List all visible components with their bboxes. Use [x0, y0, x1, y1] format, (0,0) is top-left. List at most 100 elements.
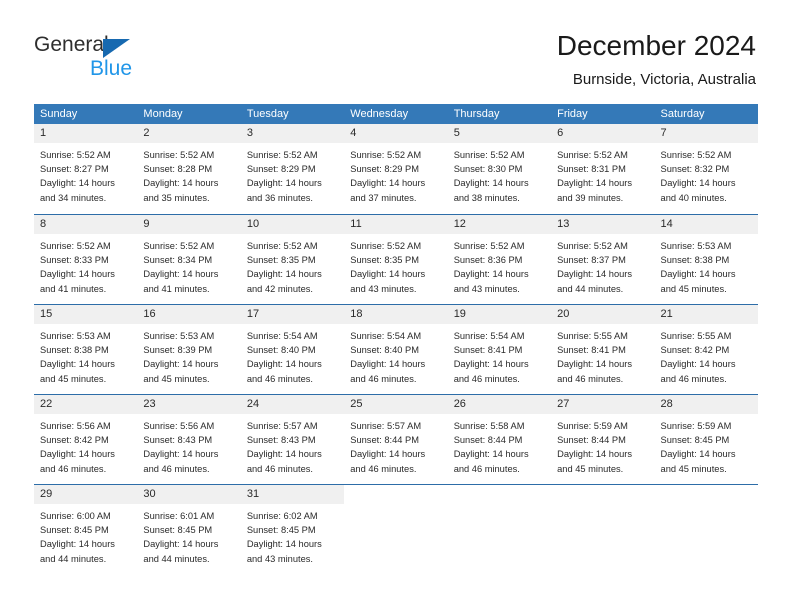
day-cell[interactable]: 13 Sunrise: 5:52 AM Sunset: 8:37 PM Dayl… [551, 215, 655, 304]
sunrise-text: Sunrise: 5:55 AM [557, 331, 628, 341]
sunrise-text: Sunrise: 5:52 AM [350, 150, 422, 160]
day-cell[interactable]: 29 Sunrise: 6:00 AM Sunset: 8:45 PM Dayl… [34, 485, 138, 574]
day-cell[interactable]: 23 Sunrise: 5:56 AM Sunset: 8:43 PM Dayl… [137, 395, 241, 484]
sunrise-text: Sunrise: 5:52 AM [660, 150, 732, 160]
sunset-text: Sunset: 8:45 PM [143, 525, 213, 536]
daylight-text: Daylight: 14 hours and 46 minutes. [350, 449, 426, 474]
day-cell[interactable]: 19 Sunrise: 5:54 AM Sunset: 8:41 PM Dayl… [447, 305, 552, 394]
day-cell[interactable]: 14 Sunrise: 5:53 AM Sunset: 8:38 PM Dayl… [654, 215, 758, 304]
day-number: 7 [654, 124, 758, 143]
day-cell[interactable]: 1 Sunrise: 5:52 AM Sunset: 8:27 PM Dayli… [34, 124, 138, 214]
day-cell[interactable]: 15 Sunrise: 5:53 AM Sunset: 8:38 PM Dayl… [34, 305, 138, 394]
day-details: Sunrise: 5:53 AM Sunset: 8:38 PM Dayligh… [655, 234, 758, 296]
sunrise-text: Sunrise: 5:52 AM [143, 150, 215, 160]
day-number: 28 [654, 395, 758, 414]
day-number: 26 [447, 395, 552, 414]
sunset-text: Sunset: 8:44 PM [350, 435, 419, 446]
general-blue-logo[interactable]: General Blue [34, 32, 234, 84]
day-cell[interactable]: 6 Sunrise: 5:52 AM Sunset: 8:31 PM Dayli… [551, 124, 655, 214]
daylight-text: Daylight: 14 hours and 46 minutes. [453, 449, 529, 474]
day-cell[interactable]: 10 Sunrise: 5:52 AM Sunset: 8:35 PM Dayl… [240, 215, 345, 304]
daylight-text: Daylight: 14 hours and 42 minutes. [246, 269, 322, 294]
weekday-header-wednesday: Wednesday [350, 108, 409, 120]
sunset-text: Sunset: 8:37 PM [557, 255, 626, 266]
day-details: Sunrise: 5:52 AM Sunset: 8:28 PM Dayligh… [137, 143, 240, 205]
day-number: 1 [34, 124, 138, 143]
day-details: Sunrise: 5:55 AM Sunset: 8:42 PM Dayligh… [655, 324, 758, 386]
day-cell[interactable]: 26 Sunrise: 5:58 AM Sunset: 8:44 PM Dayl… [447, 395, 552, 484]
day-number: 25 [344, 395, 448, 414]
daylight-text: Daylight: 14 hours and 46 minutes. [453, 359, 529, 384]
day-details: Sunrise: 5:52 AM Sunset: 8:35 PM Dayligh… [241, 234, 344, 296]
sunrise-text: Sunrise: 5:52 AM [246, 150, 318, 160]
daylight-text: Daylight: 14 hours and 46 minutes. [350, 359, 426, 384]
day-cell[interactable]: 31 Sunrise: 6:02 AM Sunset: 8:45 PM Dayl… [240, 485, 345, 574]
sunrise-text: Sunrise: 5:59 AM [557, 421, 628, 431]
day-cell[interactable]: 27 Sunrise: 5:59 AM Sunset: 8:44 PM Dayl… [551, 395, 655, 484]
day-cell[interactable]: 28 Sunrise: 5:59 AM Sunset: 8:45 PM Dayl… [654, 395, 758, 484]
sunset-text: Sunset: 8:45 PM [246, 525, 316, 536]
day-details: Sunrise: 5:57 AM Sunset: 8:43 PM Dayligh… [241, 414, 344, 476]
sunrise-text: Sunrise: 6:00 AM [40, 511, 111, 521]
day-details: Sunrise: 5:53 AM Sunset: 8:38 PM Dayligh… [34, 324, 137, 386]
day-details: Sunrise: 6:02 AM Sunset: 8:45 PM Dayligh… [241, 504, 344, 566]
sunrise-text: Sunrise: 5:54 AM [246, 331, 318, 341]
day-details: Sunrise: 5:59 AM Sunset: 8:44 PM Dayligh… [551, 414, 654, 476]
calendar-week-row: 15 Sunrise: 5:53 AM Sunset: 8:38 PM Dayl… [34, 304, 758, 394]
sunrise-text: Sunrise: 5:56 AM [40, 421, 111, 431]
sunrise-text: Sunrise: 6:02 AM [246, 511, 318, 521]
daylight-text: Daylight: 14 hours and 45 minutes. [143, 359, 219, 384]
day-number: 27 [551, 395, 655, 414]
day-cell[interactable]: 9 Sunrise: 5:52 AM Sunset: 8:34 PM Dayli… [137, 215, 241, 304]
day-cell[interactable]: 24 Sunrise: 5:57 AM Sunset: 8:43 PM Dayl… [240, 395, 345, 484]
day-cell[interactable]: 8 Sunrise: 5:52 AM Sunset: 8:33 PM Dayli… [34, 215, 138, 304]
weekday-header-sunday: Sunday [40, 108, 78, 120]
sunset-text: Sunset: 8:31 PM [557, 164, 626, 175]
day-details: Sunrise: 5:54 AM Sunset: 8:41 PM Dayligh… [448, 324, 551, 386]
day-cell[interactable]: 25 Sunrise: 5:57 AM Sunset: 8:44 PM Dayl… [344, 395, 448, 484]
day-number: 31 [240, 485, 345, 504]
daylight-text: Daylight: 14 hours and 38 minutes. [453, 178, 529, 203]
day-cell[interactable]: 2 Sunrise: 5:52 AM Sunset: 8:28 PM Dayli… [137, 124, 241, 214]
sunrise-text: Sunrise: 5:52 AM [143, 241, 215, 251]
day-cell[interactable]: 4 Sunrise: 5:52 AM Sunset: 8:29 PM Dayli… [344, 124, 448, 214]
day-cell[interactable]: 18 Sunrise: 5:54 AM Sunset: 8:40 PM Dayl… [344, 305, 448, 394]
day-cell[interactable]: 3 Sunrise: 5:52 AM Sunset: 8:29 PM Dayli… [240, 124, 345, 214]
day-cell[interactable]: 22 Sunrise: 5:56 AM Sunset: 8:42 PM Dayl… [34, 395, 138, 484]
day-cell[interactable]: 17 Sunrise: 5:54 AM Sunset: 8:40 PM Dayl… [240, 305, 345, 394]
sunset-text: Sunset: 8:43 PM [246, 435, 316, 446]
day-cell[interactable]: 16 Sunrise: 5:53 AM Sunset: 8:39 PM Dayl… [137, 305, 241, 394]
day-number: 6 [551, 124, 655, 143]
sunset-text: Sunset: 8:41 PM [557, 345, 626, 356]
sunset-text: Sunset: 8:40 PM [350, 345, 419, 356]
day-details: Sunrise: 5:53 AM Sunset: 8:39 PM Dayligh… [137, 324, 240, 386]
title-block: December 2024 Burnside, Victoria, Austra… [557, 28, 756, 91]
day-details: Sunrise: 5:52 AM Sunset: 8:27 PM Dayligh… [34, 143, 137, 205]
day-cell[interactable]: 30 Sunrise: 6:01 AM Sunset: 8:45 PM Dayl… [137, 485, 241, 574]
sunset-text: Sunset: 8:40 PM [246, 345, 316, 356]
daylight-text: Daylight: 14 hours and 35 minutes. [143, 178, 219, 203]
sunrise-text: Sunrise: 5:52 AM [557, 150, 628, 160]
sunrise-text: Sunrise: 5:52 AM [350, 241, 422, 251]
sunrise-text: Sunrise: 5:56 AM [143, 421, 215, 431]
logo-text-blue: Blue [90, 57, 133, 80]
sunset-text: Sunset: 8:44 PM [453, 435, 523, 446]
daylight-text: Daylight: 14 hours and 37 minutes. [350, 178, 426, 203]
sunset-text: Sunset: 8:42 PM [40, 435, 109, 446]
daylight-text: Daylight: 14 hours and 36 minutes. [246, 178, 322, 203]
day-cell[interactable]: 11 Sunrise: 5:52 AM Sunset: 8:35 PM Dayl… [344, 215, 448, 304]
weekday-header-friday: Friday [557, 108, 588, 120]
sunset-text: Sunset: 8:38 PM [660, 255, 730, 266]
day-cell[interactable]: 12 Sunrise: 5:52 AM Sunset: 8:36 PM Dayl… [447, 215, 552, 304]
day-cell[interactable]: 20 Sunrise: 5:55 AM Sunset: 8:41 PM Dayl… [551, 305, 655, 394]
page-header: General Blue December 2024 Burnside, Vic… [0, 0, 792, 100]
day-cell[interactable]: 5 Sunrise: 5:52 AM Sunset: 8:30 PM Dayli… [447, 124, 552, 214]
day-cell[interactable]: 21 Sunrise: 5:55 AM Sunset: 8:42 PM Dayl… [654, 305, 758, 394]
day-details: Sunrise: 5:52 AM Sunset: 8:35 PM Dayligh… [344, 234, 447, 296]
sunrise-text: Sunrise: 5:57 AM [350, 421, 422, 431]
day-number [551, 485, 655, 504]
sunset-text: Sunset: 8:43 PM [143, 435, 213, 446]
day-cell[interactable]: 7 Sunrise: 5:52 AM Sunset: 8:32 PM Dayli… [654, 124, 758, 214]
daylight-text: Daylight: 14 hours and 45 minutes. [660, 449, 736, 474]
calendar-week-row: 29 Sunrise: 6:00 AM Sunset: 8:45 PM Dayl… [34, 484, 758, 574]
